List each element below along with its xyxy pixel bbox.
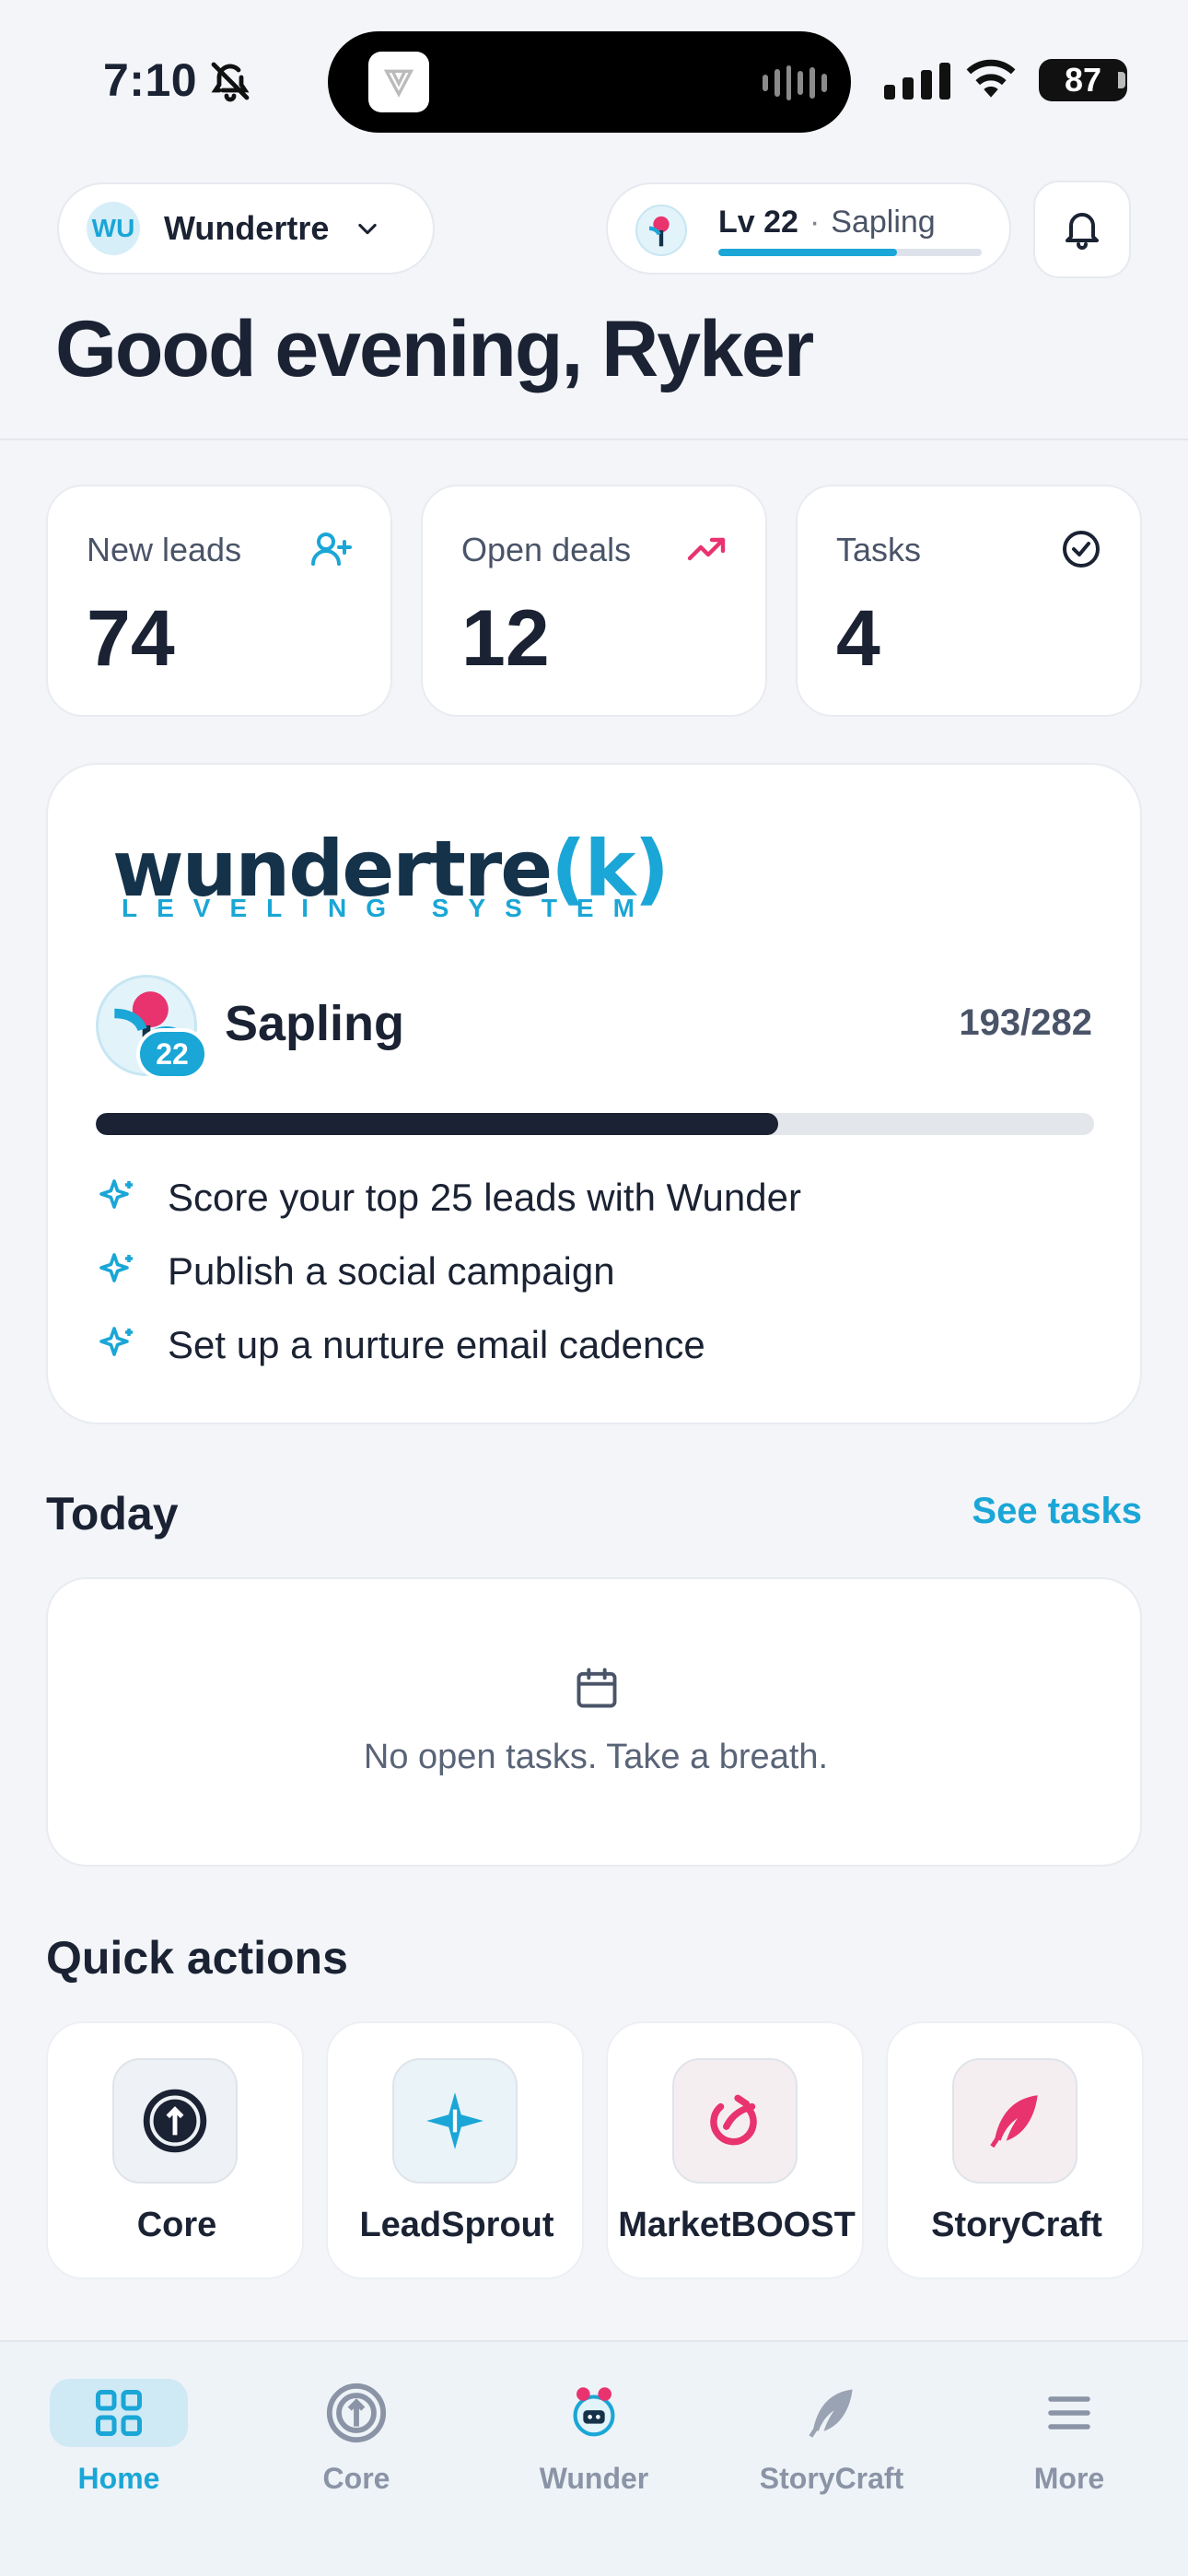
nav-item-wunder[interactable]: Wunder — [502, 2379, 686, 2508]
level-progress-fill — [718, 249, 898, 256]
workspace-switcher[interactable]: WU Wundertre — [57, 182, 435, 275]
xp-progress-bar — [96, 1113, 1094, 1135]
battery-indicator: 87 — [1039, 59, 1127, 101]
wifi-icon — [966, 59, 1016, 98]
menu-icon — [1023, 2379, 1115, 2447]
bottom-nav: Home Core Wunder StoryCraft More — [0, 2340, 1188, 2576]
level-badge: 22 — [136, 1028, 208, 1080]
audio-wave-icon — [763, 64, 827, 101]
goal-text: Score your top 25 leads with Wunder — [168, 1176, 801, 1219]
goal-item[interactable]: Score your top 25 leads with Wunder — [96, 1176, 801, 1220]
sapling-avatar-icon — [635, 205, 687, 256]
goal-text: Set up a nurture email cadence — [168, 1323, 705, 1366]
sparkle-icon — [99, 1253, 133, 1282]
stat-card-new-leads[interactable]: New leads 74 — [46, 485, 392, 717]
xp-counter: 193/282 — [959, 1002, 1092, 1043]
chevron-down-icon — [358, 223, 378, 235]
xp-progress-fill — [96, 1113, 779, 1135]
workspace-name: Wundertre — [164, 209, 330, 247]
see-tasks-link[interactable]: See tasks — [972, 1491, 1142, 1532]
level-stage: Sapling — [831, 205, 936, 240]
goal-item[interactable]: Publish a social campaign — [96, 1249, 615, 1294]
battery-tip — [1118, 72, 1125, 88]
quick-action-leadsprout[interactable]: LeadSprout — [326, 2021, 584, 2279]
home-grid-icon — [50, 2379, 188, 2447]
workspace-avatar: WU — [87, 202, 140, 255]
level-pill[interactable]: Lv 22 · Sapling — [606, 182, 1011, 275]
app-icon — [368, 52, 429, 112]
notifications-button[interactable] — [1033, 181, 1131, 278]
cellular-signal-icon — [884, 61, 950, 100]
today-title: Today — [46, 1488, 179, 1540]
core-icon — [310, 2379, 402, 2447]
dynamic-island — [328, 31, 851, 133]
nav-item-home[interactable]: Home — [27, 2379, 211, 2508]
leveling-card[interactable]: wundertre(k) LEVELING SYSTEM 22 Sapling … — [46, 763, 1142, 1424]
nav-label: StoryCraft — [759, 2462, 904, 2495]
today-card: No open tasks. Take a breath. — [46, 1577, 1142, 1867]
quick-action-label: LeadSprout — [359, 2206, 554, 2244]
level-progress-bar — [718, 249, 982, 256]
stat-value: 4 — [836, 594, 880, 683]
level-text: Lv 22 · Sapling — [718, 205, 936, 240]
storycraft-icon — [952, 2058, 1077, 2184]
nav-label: Wunder — [539, 2462, 649, 2495]
stat-card-tasks[interactable]: Tasks 4 — [796, 485, 1142, 717]
quick-action-label: MarketBOOST — [618, 2206, 856, 2244]
bell-muted-icon — [211, 62, 250, 102]
logo-subtitle: LEVELING SYSTEM — [122, 894, 654, 922]
empty-tasks-message: No open tasks. Take a breath. — [363, 1738, 829, 1776]
sparkle-icon — [99, 1179, 133, 1209]
quick-action-label: StoryCraft — [931, 2206, 1102, 2244]
nav-item-core[interactable]: Core — [264, 2379, 448, 2508]
nav-label: Core — [322, 2462, 390, 2495]
goal-item[interactable]: Set up a nurture email cadence — [96, 1323, 705, 1367]
nav-label: Home — [77, 2462, 160, 2495]
bell-icon — [1066, 213, 1099, 250]
stat-label: New leads — [87, 531, 242, 568]
quick-actions-title: Quick actions — [46, 1932, 348, 1984]
feather-icon — [786, 2379, 878, 2447]
quick-action-core[interactable]: Core — [46, 2021, 304, 2279]
header-divider — [0, 439, 1188, 440]
goal-text: Publish a social campaign — [168, 1249, 615, 1293]
nav-label: More — [1033, 2462, 1105, 2495]
trending-up-icon — [687, 537, 726, 561]
wunder-mascot-icon — [548, 2379, 640, 2447]
stat-value: 74 — [87, 594, 175, 683]
sparkle-icon — [99, 1327, 133, 1356]
level-separator: · — [809, 205, 821, 240]
stat-value: 12 — [461, 594, 550, 683]
stat-label: Open deals — [461, 531, 632, 568]
leadsprout-icon — [392, 2058, 518, 2184]
quick-action-marketboost[interactable]: MarketBOOST — [606, 2021, 864, 2279]
quick-action-label: Core — [136, 2206, 217, 2244]
quick-action-storycraft[interactable]: StoryCraft — [886, 2021, 1144, 2279]
check-circle-icon — [1063, 531, 1100, 568]
level-number: Lv 22 — [718, 205, 798, 240]
greeting-title: Good evening, Ryker — [55, 305, 814, 393]
core-icon — [112, 2058, 238, 2184]
calendar-icon — [577, 1668, 617, 1708]
stat-label: Tasks — [836, 531, 922, 568]
marketboost-icon — [672, 2058, 798, 2184]
add-user-icon — [311, 533, 352, 566]
status-time: 7:10 — [103, 54, 198, 106]
nav-item-more[interactable]: More — [977, 2379, 1161, 2508]
level-stage-name: Sapling — [225, 996, 405, 1051]
nav-item-storycraft[interactable]: StoryCraft — [740, 2379, 924, 2508]
stat-card-open-deals[interactable]: Open deals 12 — [421, 485, 767, 717]
